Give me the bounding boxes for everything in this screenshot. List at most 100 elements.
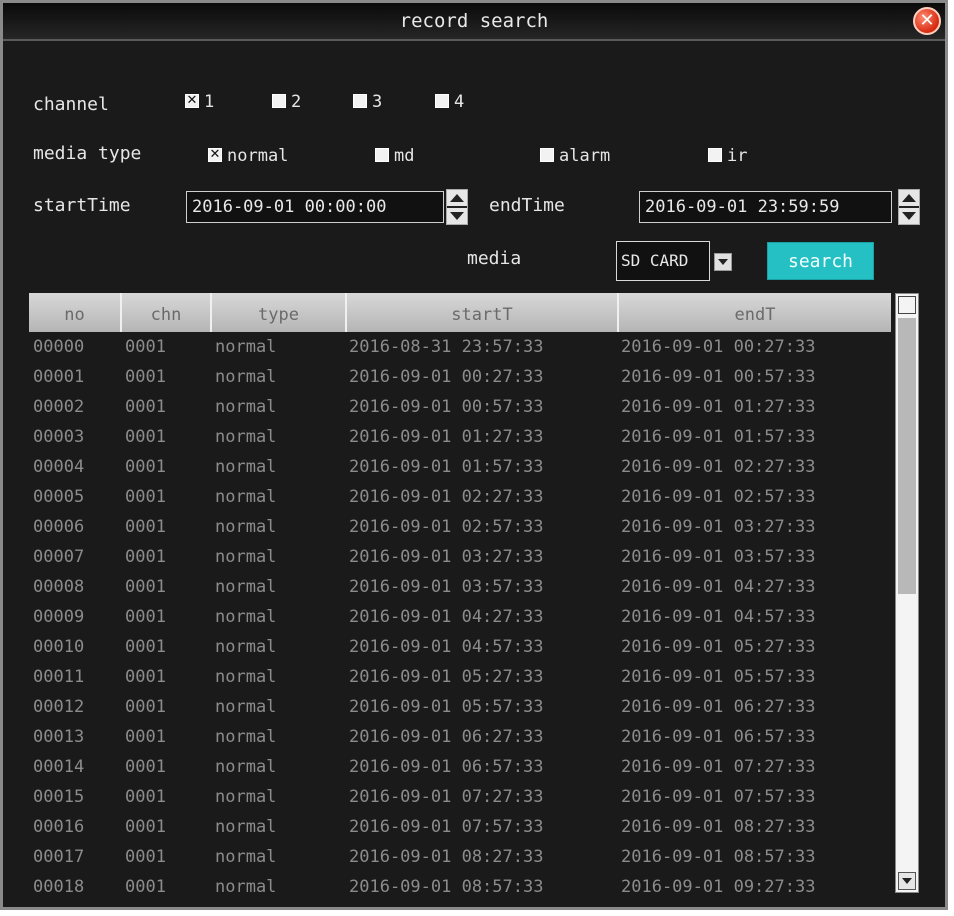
cell-type: normal bbox=[215, 667, 277, 687]
media-normal-label: normal bbox=[227, 146, 289, 166]
search-button[interactable]: search bbox=[767, 242, 874, 280]
channel-3-checkbox[interactable] bbox=[353, 94, 367, 108]
cell-chn: 0001 bbox=[125, 847, 166, 867]
cell-start: 2016-09-01 02:57:33 bbox=[349, 517, 544, 537]
scroll-down-button[interactable] bbox=[898, 872, 916, 890]
media-md-checkbox[interactable] bbox=[375, 148, 389, 162]
column-header-endT[interactable]: endT bbox=[619, 293, 891, 332]
cell-no: 00008 bbox=[33, 577, 85, 597]
cell-chn: 0001 bbox=[125, 547, 166, 567]
table-row[interactable]: 00011 0001 normal 2016-09-01 05:27:33 2016-0… bbox=[29, 662, 891, 692]
arrow-down-icon[interactable] bbox=[450, 212, 464, 220]
cell-chn: 0001 bbox=[125, 667, 166, 687]
table-row[interactable]: 00012 0001 normal 2016-09-01 05:57:33 2016-0… bbox=[29, 692, 891, 722]
cell-chn: 0001 bbox=[125, 457, 166, 477]
cell-type: normal bbox=[215, 367, 277, 387]
cell-end: 2016-09-01 03:57:33 bbox=[621, 547, 816, 567]
start-time-spinner[interactable] bbox=[446, 189, 468, 225]
spinner-divider bbox=[447, 206, 467, 208]
media-ir-checkbox[interactable] bbox=[708, 148, 722, 162]
cell-chn: 0001 bbox=[125, 337, 166, 357]
channel-1-checkbox[interactable]: ✕ bbox=[185, 94, 199, 108]
start-time-input[interactable]: 2016-09-01 00:00:00 bbox=[186, 191, 444, 223]
start-time-label: startTime bbox=[33, 195, 131, 216]
table-row[interactable]: 00014 0001 normal 2016-09-01 06:57:33 2016-0… bbox=[29, 752, 891, 782]
arrow-up-icon[interactable] bbox=[450, 194, 464, 202]
channel-2-checkbox[interactable] bbox=[272, 94, 286, 108]
cell-type: normal bbox=[215, 637, 277, 657]
cell-no: 00012 bbox=[33, 697, 85, 717]
table-row[interactable]: 00006 0001 normal 2016-09-01 02:57:33 2016-0… bbox=[29, 512, 891, 542]
cell-no: 00003 bbox=[33, 427, 85, 447]
cell-no: 00000 bbox=[33, 337, 85, 357]
end-time-input[interactable]: 2016-09-01 23:59:59 bbox=[639, 191, 892, 223]
channel-4-checkbox[interactable] bbox=[435, 94, 449, 108]
media-alarm-checkbox[interactable] bbox=[540, 148, 554, 162]
cell-start: 2016-09-01 07:57:33 bbox=[349, 817, 544, 837]
column-header-type[interactable]: type bbox=[212, 293, 347, 332]
cell-chn: 0001 bbox=[125, 517, 166, 537]
cell-type: normal bbox=[215, 337, 277, 357]
cell-end: 2016-09-01 02:27:33 bbox=[621, 457, 816, 477]
arrow-up-icon[interactable] bbox=[902, 194, 916, 202]
scroll-top-box[interactable] bbox=[898, 296, 916, 314]
cell-chn: 0001 bbox=[125, 697, 166, 717]
scroll-thumb[interactable] bbox=[898, 318, 916, 594]
media-select[interactable]: SD CARD bbox=[616, 241, 710, 281]
table-row[interactable]: 00016 0001 normal 2016-09-01 07:57:33 2016-0… bbox=[29, 812, 891, 842]
table-row[interactable]: 00007 0001 normal 2016-09-01 03:27:33 2016-0… bbox=[29, 542, 891, 572]
chevron-down-icon[interactable] bbox=[714, 253, 732, 271]
table-row[interactable]: 00009 0001 normal 2016-09-01 04:27:33 2016-0… bbox=[29, 602, 891, 632]
channel-1-label: 1 bbox=[204, 92, 215, 112]
cell-no: 00018 bbox=[33, 877, 85, 893]
cell-start: 2016-09-01 02:27:33 bbox=[349, 487, 544, 507]
cell-type: normal bbox=[215, 457, 277, 477]
cell-end: 2016-09-01 07:57:33 bbox=[621, 787, 816, 807]
media-alarm-label: alarm bbox=[559, 146, 611, 166]
cell-no: 00001 bbox=[33, 367, 85, 387]
end-time-spinner[interactable] bbox=[898, 189, 920, 225]
cell-chn: 0001 bbox=[125, 787, 166, 807]
cell-start: 2016-09-01 00:57:33 bbox=[349, 397, 544, 417]
table-row[interactable]: 00005 0001 normal 2016-09-01 02:27:33 2016-0… bbox=[29, 482, 891, 512]
table-row[interactable]: 00018 0001 normal 2016-09-01 08:57:33 2016-0… bbox=[29, 872, 891, 893]
table-row[interactable]: 00004 0001 normal 2016-09-01 01:57:33 2016-0… bbox=[29, 452, 891, 482]
table-row[interactable]: 00002 0001 normal 2016-09-01 00:57:33 2016-0… bbox=[29, 392, 891, 422]
table-row[interactable]: 00000 0001 normal 2016-08-31 23:57:33 2016-0… bbox=[29, 332, 891, 362]
cell-no: 00015 bbox=[33, 787, 85, 807]
cell-start: 2016-09-01 04:57:33 bbox=[349, 637, 544, 657]
table-row[interactable]: 00008 0001 normal 2016-09-01 03:57:33 2016-0… bbox=[29, 572, 891, 602]
column-header-startT[interactable]: startT bbox=[347, 293, 619, 332]
table-row[interactable]: 00015 0001 normal 2016-09-01 07:27:33 2016-0… bbox=[29, 782, 891, 812]
record-table: no chn type startT endT 00000 0001 normal 2… bbox=[29, 293, 891, 893]
cell-no: 00017 bbox=[33, 847, 85, 867]
column-header-chn[interactable]: chn bbox=[122, 293, 212, 332]
cell-start: 2016-09-01 03:27:33 bbox=[349, 547, 544, 567]
channel-3-label: 3 bbox=[372, 92, 383, 112]
title-bar: record search ✕ bbox=[3, 3, 945, 41]
cell-chn: 0001 bbox=[125, 607, 166, 627]
cell-chn: 0001 bbox=[125, 757, 166, 777]
cell-end: 2016-09-01 00:27:33 bbox=[621, 337, 816, 357]
cell-start: 2016-08-31 23:57:33 bbox=[349, 337, 544, 357]
table-row[interactable]: 00017 0001 normal 2016-09-01 08:27:33 2016-0… bbox=[29, 842, 891, 872]
close-icon[interactable]: ✕ bbox=[913, 7, 941, 35]
table-scrollbar[interactable] bbox=[895, 293, 919, 893]
table-row[interactable]: 00001 0001 normal 2016-09-01 00:27:33 2016-0… bbox=[29, 362, 891, 392]
arrow-down-icon[interactable] bbox=[902, 212, 916, 220]
table-body: 00000 0001 normal 2016-08-31 23:57:33 2016-0… bbox=[29, 332, 891, 893]
cell-end: 2016-09-01 05:57:33 bbox=[621, 667, 816, 687]
media-normal-checkbox[interactable]: ✕ bbox=[208, 148, 222, 162]
column-header-no[interactable]: no bbox=[29, 293, 122, 332]
table-row[interactable]: 00010 0001 normal 2016-09-01 04:57:33 2016-0… bbox=[29, 632, 891, 662]
window-title: record search bbox=[399, 10, 549, 32]
cell-no: 00005 bbox=[33, 487, 85, 507]
cell-end: 2016-09-01 05:27:33 bbox=[621, 637, 816, 657]
cell-end: 2016-09-01 07:27:33 bbox=[621, 757, 816, 777]
cell-start: 2016-09-01 05:57:33 bbox=[349, 697, 544, 717]
record-search-window: record search ✕ channel ✕ 1 2 3 4 media … bbox=[0, 0, 948, 910]
table-row[interactable]: 00003 0001 normal 2016-09-01 01:27:33 2016-0… bbox=[29, 422, 891, 452]
table-row[interactable]: 00013 0001 normal 2016-09-01 06:27:33 2016-0… bbox=[29, 722, 891, 752]
cell-end: 2016-09-01 01:57:33 bbox=[621, 427, 816, 447]
cell-start: 2016-09-01 01:27:33 bbox=[349, 427, 544, 447]
